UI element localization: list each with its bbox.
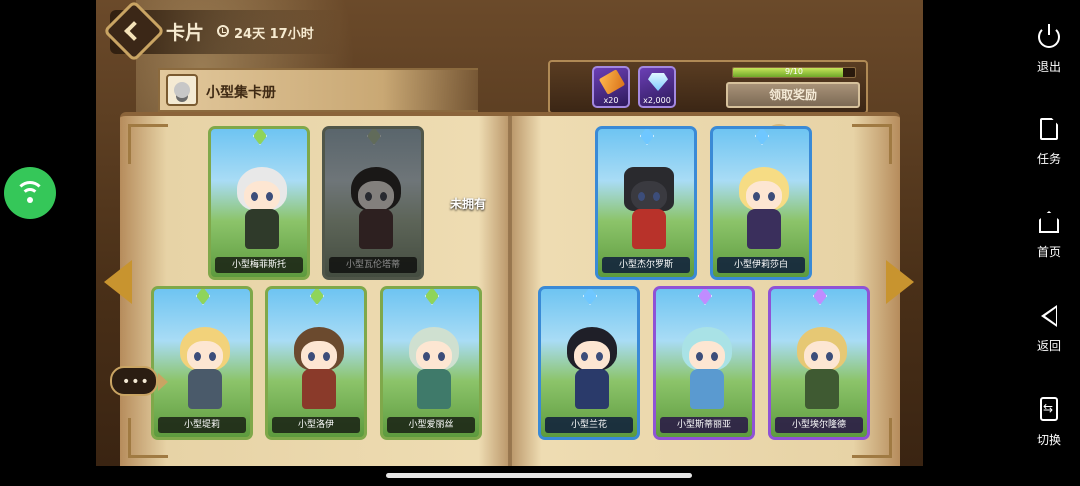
- sys-task-button[interactable]: 任务: [1019, 118, 1079, 167]
- character-face: [416, 341, 452, 371]
- progress-text: 9/10: [785, 67, 803, 76]
- character-body: [747, 209, 781, 249]
- switch-icon: [1040, 397, 1058, 421]
- previous-page-arrow[interactable]: [104, 260, 132, 304]
- character-body: [805, 369, 839, 409]
- rarity-gem-icon: [698, 289, 712, 305]
- task-icon: [1040, 118, 1058, 140]
- card-stilia[interactable]: 小型斯蒂丽亚: [653, 286, 755, 440]
- sys-exit-button[interactable]: 退出: [1019, 24, 1079, 75]
- back-icon: [1041, 305, 1057, 327]
- chat-icon: •••: [122, 374, 150, 390]
- wifi-icon: [27, 197, 33, 203]
- reward-item-ticket[interactable]: x20: [592, 66, 630, 108]
- rarity-gem-icon: [310, 289, 324, 305]
- game-viewport: 卡片 24天 17小时 小型集卡册 x20 x2,000 9/10 领取奖励 小…: [96, 0, 923, 466]
- rarity-gem-icon: [813, 289, 827, 305]
- sys-switch-button[interactable]: 切换: [1019, 397, 1079, 448]
- sys-home-button[interactable]: 首页: [1019, 211, 1079, 260]
- sys-label: 首页: [1036, 245, 1061, 259]
- clock-icon: [217, 25, 229, 37]
- rarity-gem-icon: [425, 289, 439, 305]
- power-icon: [1038, 24, 1060, 48]
- book-corner-ornament: [852, 124, 892, 164]
- card-name: 小型兰花: [545, 417, 633, 433]
- card-name: 小型杰尔罗斯: [602, 257, 690, 273]
- card-elrond[interactable]: 小型埃尔隆德: [768, 286, 870, 440]
- sys-label: 返回: [1036, 339, 1061, 353]
- character-face: [358, 181, 394, 211]
- card-name: 小型埃尔隆德: [775, 417, 863, 433]
- card-name: 小型堤莉: [158, 417, 246, 433]
- album-name: 小型集卡册: [206, 85, 276, 101]
- rarity-gem-icon: [196, 289, 210, 305]
- character-body: [690, 369, 724, 409]
- rarity-gem-icon: [253, 129, 267, 145]
- character-face: [301, 341, 337, 371]
- character-face: [187, 341, 223, 371]
- character-body: [359, 209, 393, 249]
- character-body: [632, 209, 666, 249]
- reward-panel: x20 x2,000 9/10 领取奖励: [548, 60, 868, 114]
- sys-label: 任务: [1036, 152, 1061, 166]
- card-orchid[interactable]: 小型兰花: [538, 286, 640, 440]
- reward-item-gem[interactable]: x2,000: [638, 66, 676, 108]
- not-owned-label: 未拥有: [449, 197, 486, 211]
- character-face: [631, 181, 667, 211]
- reward-qty: x20: [603, 96, 619, 105]
- sys-label: 退出: [1036, 60, 1061, 74]
- chat-button[interactable]: •••: [110, 366, 168, 396]
- sys-label: 切换: [1036, 433, 1061, 447]
- wifi-float-button[interactable]: [4, 167, 56, 219]
- gem-icon: [648, 73, 668, 91]
- claim-reward-button[interactable]: 领取奖励: [726, 82, 860, 108]
- reward-qty: x2,000: [643, 96, 671, 105]
- card-valentati-locked[interactable]: 小型瓦伦塔蒂: [322, 126, 424, 280]
- card-roy[interactable]: 小型洛伊: [265, 286, 367, 440]
- card-jerros[interactable]: 小型杰尔罗斯: [595, 126, 697, 280]
- next-page-arrow[interactable]: [886, 260, 914, 304]
- character-face: [746, 181, 782, 211]
- card-name: 小型斯蒂丽亚: [660, 417, 748, 433]
- card-name: 小型爱丽丝: [387, 417, 475, 433]
- rarity-gem-icon: [583, 289, 597, 305]
- card-elizabeth[interactable]: 小型伊莉莎白: [710, 126, 812, 280]
- home-indicator[interactable]: [386, 473, 692, 478]
- card-name: 小型伊莉莎白: [717, 257, 805, 273]
- card-name: 小型梅菲斯托: [215, 257, 303, 273]
- rarity-gem-icon: [640, 129, 654, 145]
- character-body: [575, 369, 609, 409]
- character-face: [804, 341, 840, 371]
- card-name: 小型洛伊: [272, 417, 360, 433]
- character-body: [188, 369, 222, 409]
- character-face: [689, 341, 725, 371]
- character-body: [417, 369, 451, 409]
- page-title: 卡片: [166, 22, 205, 44]
- card-mephisto[interactable]: 小型梅菲斯托: [208, 126, 310, 280]
- chevron-left-icon: [124, 21, 144, 41]
- album-tab[interactable]: 小型集卡册: [158, 68, 478, 112]
- card-alice[interactable]: 小型爱丽丝: [380, 286, 482, 440]
- character-body: [302, 369, 336, 409]
- character-body: [245, 209, 279, 249]
- character-face: [244, 181, 280, 211]
- home-icon: [1039, 211, 1059, 233]
- album-thumbnail: [166, 74, 198, 106]
- collection-progress-bar: 9/10: [732, 67, 856, 78]
- book-corner-ornament: [128, 124, 168, 164]
- event-timer: 24天 17小时: [234, 27, 314, 42]
- ticket-icon: [598, 69, 626, 95]
- card-tilly[interactable]: 小型堤莉: [151, 286, 253, 440]
- rarity-gem-icon: [367, 129, 381, 145]
- sys-back-button[interactable]: 返回: [1019, 305, 1079, 354]
- character-face: [574, 341, 610, 371]
- rarity-gem-icon: [755, 129, 769, 145]
- card-name: 小型瓦伦塔蒂: [329, 257, 417, 273]
